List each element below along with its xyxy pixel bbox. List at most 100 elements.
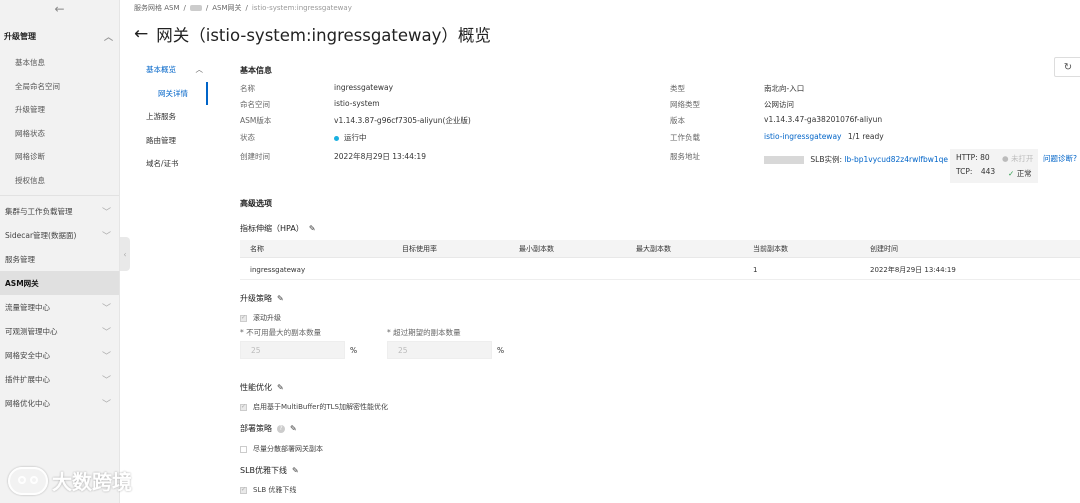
- slb-instance-link[interactable]: lb-bp1vycud82z4rwlfbw1qe: [844, 155, 948, 164]
- subnav-item[interactable]: 上游服务: [134, 105, 208, 129]
- max-unavailable-label: * 不可用最大的副本数量: [240, 328, 322, 337]
- deploy-heading: 部署策略 ? ✎: [240, 423, 297, 434]
- check-icon: ✓: [1008, 169, 1015, 178]
- slb-graceful-checkbox[interactable]: SLB 优雅下线: [240, 485, 296, 495]
- watermark: 大数跨境: [8, 466, 132, 495]
- sidebar-item-label: 网格安全中心: [5, 350, 50, 360]
- chevron-down-icon: ﹀: [101, 399, 111, 410]
- column-header: 当前副本数: [753, 244, 788, 253]
- sidebar-item-sidecar[interactable]: Sidecar管理(数据面) ﹀: [0, 223, 119, 247]
- watermark-logo-icon: [8, 466, 48, 495]
- edit-icon[interactable]: ✎: [277, 383, 284, 392]
- workload-ready: 1/1 ready: [847, 132, 884, 141]
- field-value-workload: istio-ingressgateway 1/1 ready: [764, 132, 884, 141]
- status-badge: 运行中: [334, 132, 367, 143]
- help-icon[interactable]: ?: [277, 424, 285, 433]
- tcp-status: ✓ 正常: [1008, 168, 1032, 179]
- spread-deploy-checkbox[interactable]: 尽量分散部署网关副本: [240, 444, 323, 454]
- column-header: 最小副本数: [519, 244, 554, 253]
- field-value-namespace: istio-system: [334, 99, 380, 108]
- sidebar-item-service[interactable]: 服务管理: [0, 247, 119, 271]
- hpa-title: 指标伸缩（HPA）: [240, 224, 304, 233]
- sidebar-sub-item[interactable]: 网格诊断: [0, 145, 119, 169]
- column-header: 目标使用率: [402, 244, 437, 253]
- upgrade-heading: 升级策略 ✎: [240, 293, 284, 304]
- checkbox-icon: [240, 486, 247, 494]
- status-text: 运行中: [344, 133, 367, 142]
- rolling-upgrade-checkbox[interactable]: 滚动升级: [240, 313, 281, 323]
- tcp-port: TCP: 443: [956, 167, 995, 176]
- sidebar-item-label: 服务管理: [5, 254, 35, 264]
- edit-icon[interactable]: ✎: [309, 224, 316, 233]
- checkbox-label: 滚动升级: [253, 314, 281, 322]
- sidebar-sub-list: 基本信息 全局命名空间 升级管理 网格状态 网格诊断 授权信息: [0, 51, 119, 192]
- checkbox-icon: [240, 314, 247, 322]
- subnav-item[interactable]: 域名/证书: [134, 152, 208, 176]
- sidebar-item-workload[interactable]: 集群与工作负载管理 ﹀: [0, 199, 119, 223]
- sidebar-item-security[interactable]: 网格安全中心 ﹀: [0, 343, 119, 367]
- sidebar-item-label: 网格优化中心: [5, 398, 50, 408]
- sidebar-collapse-handle[interactable]: ‹: [120, 237, 130, 271]
- slb-prefix: SLB实例:: [810, 155, 843, 164]
- checkbox-label: 启用基于MultiBuffer的TLS加解密性能优化: [253, 403, 388, 411]
- slb-heading: SLB优雅下线 ✎: [240, 465, 299, 476]
- edit-icon[interactable]: ✎: [292, 466, 299, 475]
- page-title-row: ← 网关（istio-system:ingressgateway）概览: [134, 22, 491, 46]
- max-unavailable-input[interactable]: 25: [240, 341, 345, 359]
- breadcrumb-redacted: [189, 5, 202, 11]
- sidebar-item-label: Sidecar管理(数据面): [5, 230, 77, 240]
- breadcrumb-separator: /: [183, 4, 186, 12]
- sidebar-section-upgrade[interactable]: 升级管理 ︿: [0, 26, 119, 47]
- chevron-down-icon: ﹀: [101, 351, 111, 362]
- chevron-down-icon: ﹀: [101, 231, 111, 242]
- column-header: 最大副本数: [636, 244, 671, 253]
- chevron-up-icon: ︿: [103, 33, 113, 43]
- status-dot-icon: [334, 135, 339, 141]
- sidebar-sub-item[interactable]: 网格状态: [0, 122, 119, 146]
- checkbox-icon: [240, 403, 247, 411]
- breadcrumb-middle[interactable]: ASM网关: [212, 3, 241, 13]
- diagnose-link[interactable]: 问题诊断?: [1043, 153, 1077, 164]
- breadcrumb-current: istio-system:ingressgateway: [251, 4, 352, 12]
- sidebar-sub-item[interactable]: 基本信息: [0, 51, 119, 75]
- sidebar-item-label: 流量管理中心: [5, 302, 50, 312]
- upgrade-title: 升级策略: [240, 294, 272, 303]
- subnav-gateway-details[interactable]: 网关详情: [134, 81, 208, 105]
- table-row: ingressgateway 1 2022年8月29日 13:44:19: [240, 260, 1080, 280]
- http-label: HTTP:: [956, 153, 978, 162]
- sidebar-sub-item[interactable]: 授权信息: [0, 169, 119, 193]
- back-arrow-icon[interactable]: ←: [0, 0, 119, 18]
- sidebar-item-asm-gateway[interactable]: ASM网关: [0, 271, 119, 295]
- sidebar-sub-item[interactable]: 升级管理: [0, 98, 119, 122]
- breadcrumb-root[interactable]: 服务网格 ASM: [134, 3, 180, 13]
- sidebar-item-plugins[interactable]: 插件扩展中心 ﹀: [0, 367, 119, 391]
- field-label: 状态: [240, 133, 255, 142]
- back-arrow-icon[interactable]: ←: [134, 24, 148, 44]
- breadcrumb-separator: /: [245, 4, 248, 12]
- sidebar-item-optimization[interactable]: 网格优化中心 ﹀: [0, 391, 119, 415]
- breadcrumb-separator: /: [205, 4, 209, 12]
- refresh-button[interactable]: ↻: [1054, 57, 1080, 77]
- divider: [0, 195, 119, 196]
- subnav-item[interactable]: 路由管理: [134, 129, 208, 153]
- percent-unit: %: [497, 346, 505, 355]
- field-label: 工作负载: [670, 133, 700, 142]
- sidebar-item-traffic[interactable]: 流量管理中心 ﹀: [0, 295, 119, 319]
- chevron-up-icon: ︿: [195, 65, 204, 75]
- workload-link[interactable]: istio-ingressgateway: [764, 132, 841, 141]
- field-label: 网络类型: [670, 100, 700, 109]
- table-cell: ingressgateway: [250, 265, 306, 274]
- breadcrumb: 服务网格 ASM / / ASM网关 / istio-system:ingres…: [134, 3, 352, 13]
- sidebar-section-label: 升级管理: [4, 32, 36, 41]
- field-label: 版本: [670, 116, 685, 125]
- sidebar-sub-item[interactable]: 全局命名空间: [0, 75, 119, 99]
- watermark-text: 大数跨境: [52, 470, 132, 494]
- multibuffer-checkbox[interactable]: 启用基于MultiBuffer的TLS加解密性能优化: [240, 402, 388, 412]
- edit-icon[interactable]: ✎: [277, 294, 284, 303]
- http-port: HTTP: 80: [956, 153, 990, 162]
- sidebar-item-observability[interactable]: 可观测管理中心 ﹀: [0, 319, 119, 343]
- subnav-basic-overview[interactable]: 基本概览 ︿: [134, 58, 208, 82]
- tcp-port-value: 443: [980, 167, 996, 176]
- max-surge-input[interactable]: 25: [387, 341, 492, 359]
- edit-icon[interactable]: ✎: [290, 424, 297, 433]
